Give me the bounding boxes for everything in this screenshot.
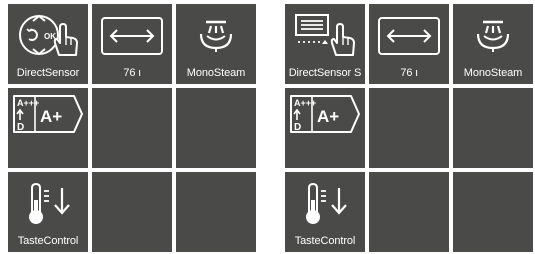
width-label: 76 ι [400, 67, 418, 79]
tile-empty [92, 88, 172, 168]
tile-monosteam: MonoSteam [453, 4, 533, 84]
tile-energy-class: A+++ D A+ [8, 88, 88, 168]
directsensor-s-label: DirectSensor S [288, 67, 362, 79]
tile-energy-class: A+++ D A+ [285, 88, 365, 168]
tile-width: 76 ι [369, 4, 449, 84]
thermometer-down-icon [285, 176, 365, 232]
steam-icon [453, 8, 533, 64]
energy-scale-bottom: D [17, 122, 24, 133]
monosteam-label: MonoSteam [186, 67, 246, 79]
energy-scale-top: A+++ [294, 98, 316, 108]
tile-empty [92, 172, 172, 252]
tile-empty [369, 172, 449, 252]
tile-monosteam: MonoSteam [176, 4, 256, 84]
thermometer-down-icon [8, 176, 88, 232]
energy-label-icon: A+++ D A+ [290, 95, 360, 133]
tastecontrol-label: TasteControl [17, 235, 79, 247]
tile-empty [369, 88, 449, 168]
feature-grid-right: DirectSensor S 76 ι MonoSteam A+++ D A+ … [285, 4, 535, 252]
tile-empty [453, 88, 533, 168]
directsensor-display-icon [285, 8, 365, 64]
tile-directsensor-s: DirectSensor S [285, 4, 365, 84]
tile-empty [453, 172, 533, 252]
tile-width: 76 ι [92, 4, 172, 84]
energy-class: A+ [40, 107, 62, 126]
tile-directsensor: OK DirectSensor [8, 4, 88, 84]
width-arrows-icon [369, 8, 449, 64]
energy-scale-top: A+++ [17, 98, 39, 108]
directsensor-knob-icon: OK [8, 8, 88, 64]
energy-scale-bottom: D [294, 122, 301, 133]
tile-tastecontrol: TasteControl [285, 172, 365, 252]
tile-empty [176, 172, 256, 252]
width-arrows-icon [92, 8, 172, 64]
feature-grid-left: OK DirectSensor 76 ι MonoSteam A+++ D A+… [8, 4, 258, 252]
energy-label-icon: A+++ D A+ [13, 95, 83, 133]
tile-empty [176, 88, 256, 168]
monosteam-label: MonoSteam [463, 67, 523, 79]
energy-class: A+ [317, 107, 339, 126]
width-label: 76 ι [123, 67, 141, 79]
tile-tastecontrol: TasteControl [8, 172, 88, 252]
steam-icon [176, 8, 256, 64]
directsensor-label: DirectSensor [16, 67, 80, 79]
tastecontrol-label: TasteControl [294, 235, 356, 247]
